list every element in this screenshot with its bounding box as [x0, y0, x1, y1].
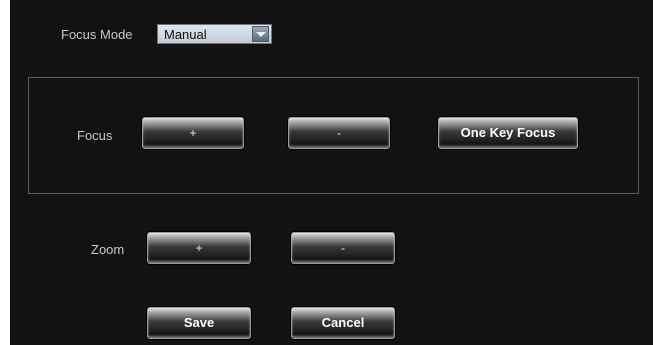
cancel-button[interactable]: Cancel — [291, 307, 395, 339]
focus-minus-button[interactable]: - — [288, 117, 390, 149]
zoom-label: Zoom — [91, 242, 125, 257]
focus-mode-select[interactable]: Manual — [157, 24, 272, 44]
chevron-down-icon[interactable] — [252, 26, 269, 42]
focus-mode-label: Focus Mode — [61, 27, 133, 42]
zoom-plus-button[interactable]: + — [147, 232, 251, 264]
focus-plus-button[interactable]: + — [142, 117, 244, 149]
focus-label: Focus — [77, 128, 113, 143]
focus-mode-value: Manual — [164, 27, 207, 42]
zoom-minus-button[interactable]: - — [291, 232, 395, 264]
one-key-focus-button[interactable]: One Key Focus — [438, 117, 578, 149]
save-button[interactable]: Save — [147, 307, 251, 339]
